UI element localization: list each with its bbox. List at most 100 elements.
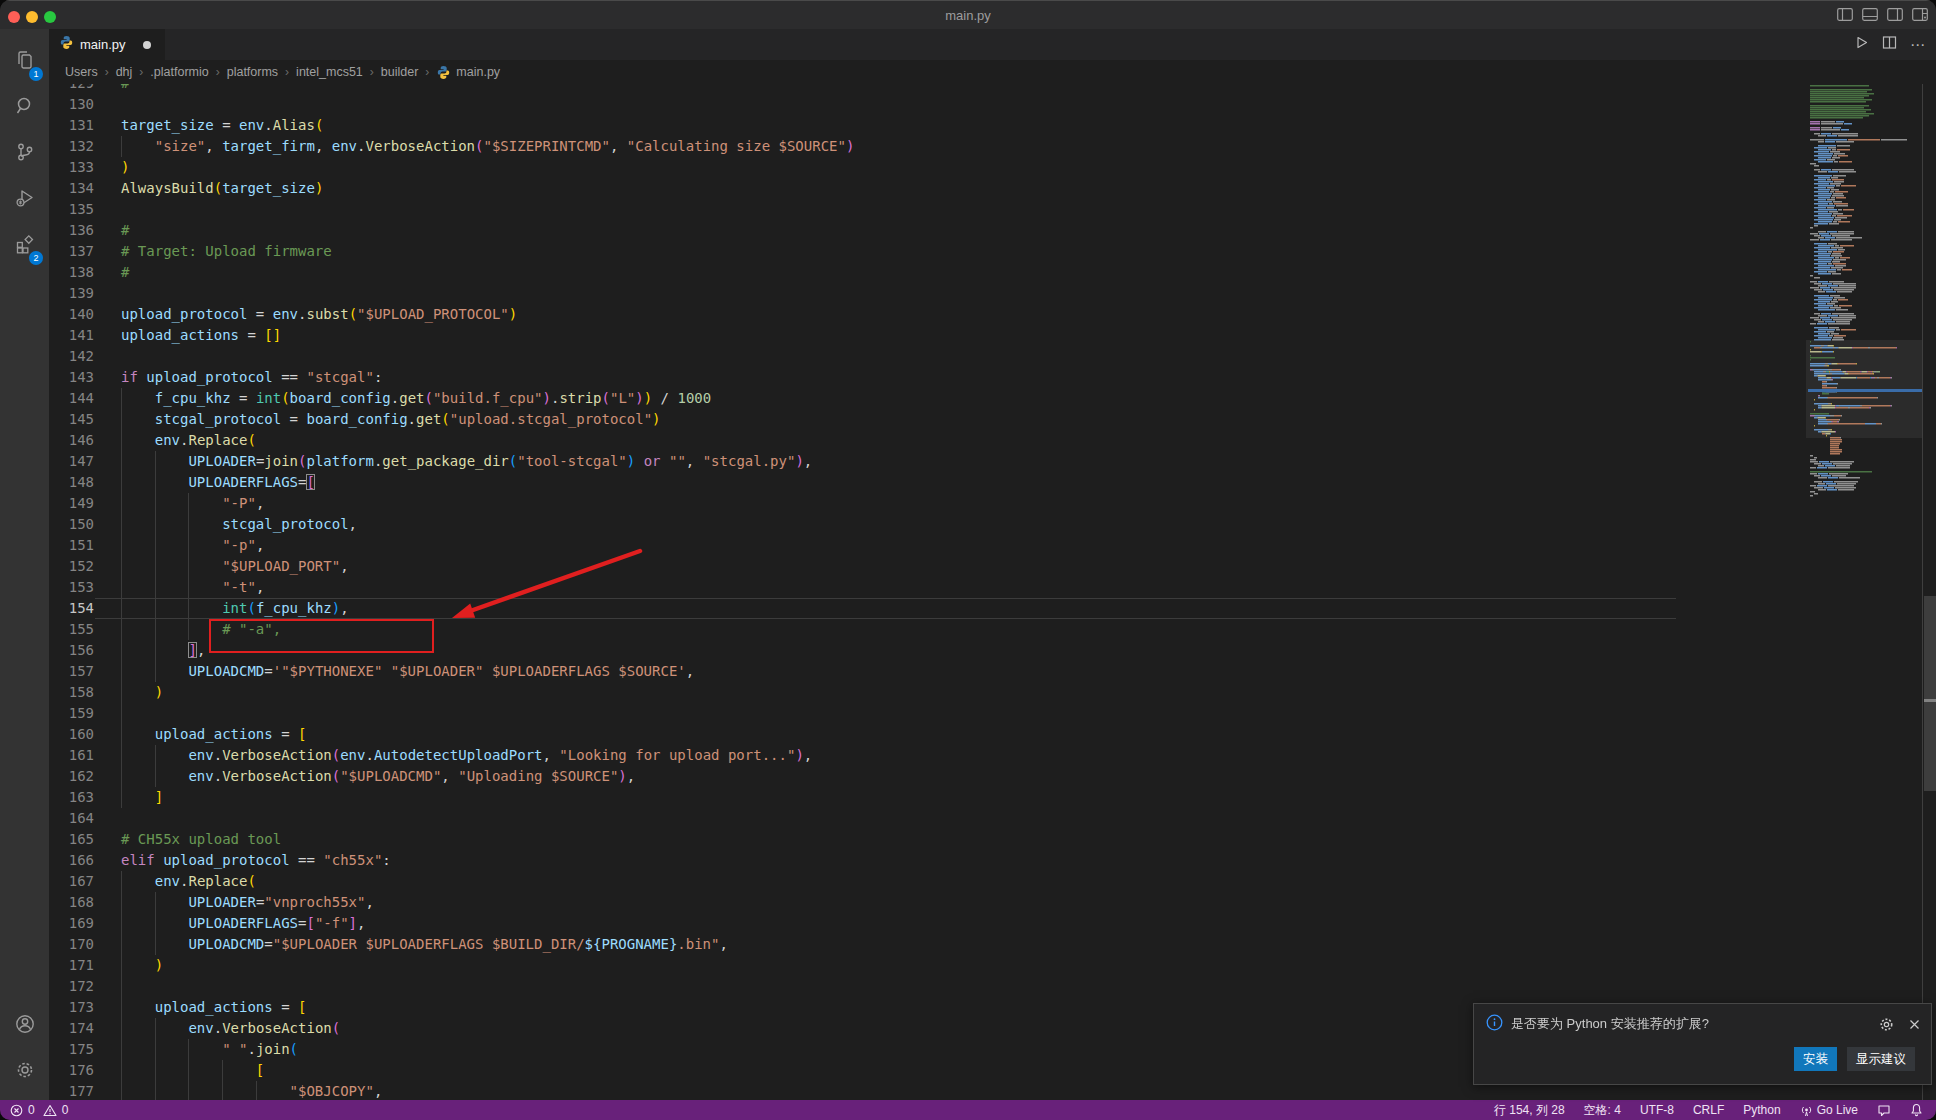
notification-message: 是否要为 Python 安装推荐的扩展? [1511, 1015, 1879, 1033]
line-number: 135 [49, 199, 94, 220]
title-bar: main.py [0, 0, 1936, 29]
line-number: 159 [49, 703, 94, 724]
activity-settings[interactable] [0, 1050, 49, 1094]
line-number: 153 [49, 577, 94, 598]
line-number: 158 [49, 682, 94, 703]
indent-guide [121, 976, 122, 997]
breadcrumb-item[interactable]: builder [381, 65, 419, 79]
code-text: upload_actions = [ [121, 997, 306, 1018]
activity-run-debug[interactable] [0, 178, 49, 222]
activity-explorer[interactable]: 1 [0, 40, 49, 84]
code-line-135: 135 [49, 199, 1806, 220]
code-line-146: 146 env.Replace( [49, 430, 1806, 451]
line-number: 157 [49, 661, 94, 682]
code-line-131: 131target_size = env.Alias( [49, 115, 1806, 136]
status-feedback[interactable] [1877, 1104, 1891, 1117]
warning-count: 0 [62, 1103, 69, 1117]
code-line-168: 168 UPLOADER="vnproch55x", [49, 892, 1806, 913]
line-number: 164 [49, 808, 94, 829]
editor-more-actions-icon[interactable]: ⋯ [1910, 36, 1926, 54]
line-number: 175 [49, 1039, 94, 1060]
search-icon [13, 94, 37, 122]
modified-dot-icon[interactable] [143, 41, 151, 49]
code-line-139: 139 [49, 283, 1806, 304]
toggle-panel-bottom-icon[interactable] [1862, 8, 1878, 21]
toggle-panel-left-icon[interactable] [1837, 8, 1853, 21]
code-text: " ".join( [121, 1039, 298, 1060]
line-number: 165 [49, 829, 94, 850]
status-notifications-bell[interactable] [1910, 1103, 1923, 1117]
notification-button-secondary[interactable]: 显示建议 [1847, 1047, 1915, 1071]
line-number: 142 [49, 346, 94, 367]
activity-account[interactable] [0, 1004, 49, 1048]
layout-controls [1837, 8, 1928, 21]
line-number: 161 [49, 745, 94, 766]
scrollbar-cursor-mark [1924, 699, 1936, 702]
code-text: stcgal_protocol, [121, 514, 357, 535]
line-number: 168 [49, 892, 94, 913]
code-text: UPLOADERFLAGS=[ [121, 472, 315, 493]
breadcrumb-item[interactable]: .platformio [150, 65, 208, 79]
breadcrumb-separator: › [285, 65, 289, 79]
code-text: UPLOADERFLAGS=["-f"], [121, 913, 365, 934]
code-text: [ [121, 1060, 264, 1081]
code-text: # [121, 262, 129, 283]
breadcrumb-separator: › [216, 65, 220, 79]
code-line-129: 129# [49, 84, 1806, 94]
status-utf-8[interactable]: UTF-8 [1640, 1103, 1674, 1117]
activity-source-control[interactable] [0, 132, 49, 176]
code-text: "-P", [121, 493, 264, 514]
code-line-165: 165# CH55x upload tool [49, 829, 1806, 850]
line-number: 143 [49, 367, 94, 388]
status-crlf[interactable]: CRLF [1693, 1103, 1724, 1117]
line-number: 176 [49, 1060, 94, 1081]
error-count: 0 [28, 1103, 35, 1117]
line-number: 162 [49, 766, 94, 787]
line-number: 130 [49, 94, 94, 115]
code-line-169: 169 UPLOADERFLAGS=["-f"], [49, 913, 1806, 934]
breadcrumb-item[interactable]: platforms [227, 65, 278, 79]
notification-settings-icon[interactable] [1879, 1017, 1894, 1032]
status--154-28[interactable]: 行 154, 列 28 [1494, 1102, 1565, 1119]
breadcrumb-item[interactable]: intel_mcs51 [296, 65, 363, 79]
split-editor-icon[interactable] [1882, 35, 1897, 54]
activity-extensions[interactable]: 2 [0, 224, 49, 268]
status--4[interactable]: 空格: 4 [1584, 1102, 1621, 1119]
code-line-142: 142 [49, 346, 1806, 367]
scrollbar-track[interactable] [1922, 84, 1936, 1100]
account-icon [13, 1012, 37, 1040]
run-python-file-icon[interactable] [1854, 35, 1869, 54]
breadcrumb-item[interactable]: Users [65, 65, 98, 79]
notification-close-icon[interactable] [1908, 1018, 1921, 1031]
breadcrumb-item[interactable]: dhj [116, 65, 133, 79]
customize-layout-icon[interactable] [1912, 8, 1928, 21]
status-go-live[interactable]: Go Live [1800, 1103, 1858, 1117]
activity-search[interactable] [0, 86, 49, 130]
breadcrumb-separator: › [370, 65, 374, 79]
status-python[interactable]: Python [1743, 1103, 1780, 1117]
line-number: 154 [49, 598, 94, 619]
code-text: "-t", [121, 577, 264, 598]
breadcrumb-item[interactable]: main.py [436, 65, 500, 80]
line-number: 138 [49, 262, 94, 283]
code-line-158: 158 ) [49, 682, 1806, 703]
code-editor[interactable]: 129#130131target_size = env.Alias(132 "s… [49, 84, 1936, 1100]
code-line-143: 143if upload_protocol == "stcgal": [49, 367, 1806, 388]
notification-toast: 是否要为 Python 安装推荐的扩展? 安装显示建议 [1473, 1003, 1932, 1085]
line-number: 166 [49, 850, 94, 871]
line-number: 131 [49, 115, 94, 136]
line-number: 132 [49, 136, 94, 157]
line-number: 137 [49, 241, 94, 262]
notification-button-primary[interactable]: 安装 [1794, 1047, 1837, 1071]
status-bar: 0 0 行 154, 列 28 空格: 4 UTF-8 CRLF Python Go Li… [0, 1100, 1936, 1120]
tab-main-py[interactable]: main.py [49, 29, 165, 60]
code-line-166: 166elif upload_protocol == "ch55x": [49, 850, 1806, 871]
toggle-panel-right-icon[interactable] [1887, 8, 1903, 21]
minimap[interactable] [1806, 84, 1918, 1100]
line-number: 173 [49, 997, 94, 1018]
line-number: 147 [49, 451, 94, 472]
scrollbar-slider[interactable] [1924, 596, 1936, 791]
errors-icon [10, 1104, 23, 1117]
status-problems[interactable]: 0 0 [10, 1100, 68, 1120]
line-number: 174 [49, 1018, 94, 1039]
